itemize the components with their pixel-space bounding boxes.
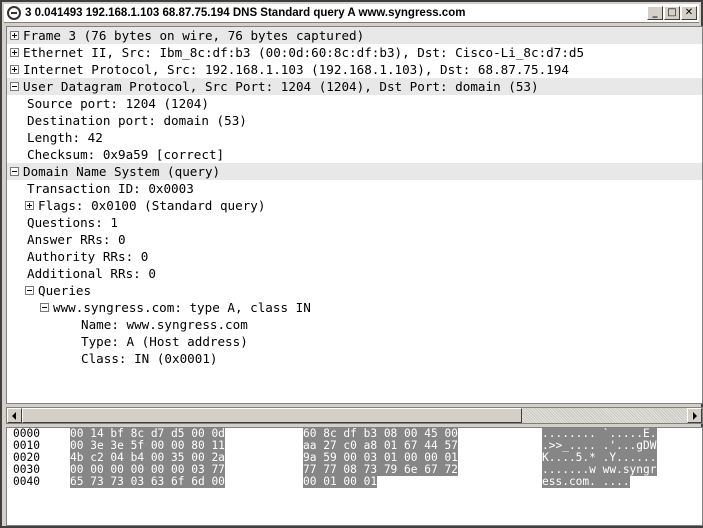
arrow-right-icon: [693, 412, 697, 420]
packet-detail-window: 3 0.041493 192.168.1.103 68.87.75.194 DN…: [0, 0, 703, 528]
tree-row-label: Ethernet II, Src: Ibm_8c:df:b3 (00:0d:60…: [23, 45, 585, 60]
tree-row[interactable]: Flags: 0x0100 (Standard query): [7, 197, 702, 214]
scroll-track[interactable]: [522, 408, 687, 423]
title-bar[interactable]: 3 0.041493 192.168.1.103 68.87.75.194 DN…: [4, 4, 699, 23]
tree-row[interactable]: Queries: [7, 282, 702, 299]
tree-row-label: Checksum: 0x9a59 [correct]: [27, 147, 225, 162]
tree-row[interactable]: Additional RRs: 0: [7, 265, 702, 282]
arrow-left-icon: [12, 412, 16, 420]
hex-ascii: ess.com. ....: [542, 475, 630, 488]
expand-plus-icon[interactable]: [10, 31, 19, 40]
tree-row[interactable]: Checksum: 0x9a59 [correct]: [7, 146, 702, 163]
tree-row[interactable]: Frame 3 (76 bytes on wire, 76 bytes capt…: [7, 27, 702, 44]
tree-row-label: Domain Name System (query): [23, 164, 221, 179]
tree-row-label: Transaction ID: 0x0003: [27, 181, 194, 196]
tree-row-label: User Datagram Protocol, Src Port: 1204 (…: [23, 79, 539, 94]
tree-row[interactable]: Domain Name System (query): [7, 163, 702, 180]
tree-row[interactable]: Answer RRs: 0: [7, 231, 702, 248]
minimize-button[interactable]: _: [647, 6, 663, 20]
tree-row-label: Authority RRs: 0: [27, 249, 149, 264]
tree-row-label: Frame 3 (76 bytes on wire, 76 bytes capt…: [23, 28, 365, 43]
tree-row-label: Answer RRs: 0: [27, 232, 126, 247]
collapse-minus-icon[interactable]: [10, 167, 19, 176]
horizontal-scrollbar[interactable]: [6, 407, 703, 424]
window-title: 3 0.041493 192.168.1.103 68.87.75.194 DN…: [25, 7, 466, 19]
collapse-minus-icon[interactable]: [25, 286, 34, 295]
expand-plus-icon[interactable]: [25, 201, 34, 210]
tree-row-label: Internet Protocol, Src: 192.168.1.103 (1…: [23, 62, 569, 77]
tree-row-label: Queries: [38, 283, 92, 298]
expand-plus-icon[interactable]: [10, 65, 19, 74]
tree-row[interactable]: Class: IN (0x0001): [7, 350, 702, 367]
tree-row-label: Source port: 1204 (1204): [27, 96, 209, 111]
tree-row[interactable]: Questions: 1: [7, 214, 702, 231]
tree-row[interactable]: Internet Protocol, Src: 192.168.1.103 (1…: [7, 61, 702, 78]
tree-row[interactable]: Source port: 1204 (1204): [7, 95, 702, 112]
tree-row[interactable]: Authority RRs: 0: [7, 248, 702, 265]
hex-offset: 0040: [13, 475, 40, 488]
tree-row-label: Type: A (Host address): [81, 334, 248, 349]
tree-row-label: Class: IN (0x0001): [81, 351, 218, 366]
tree-row[interactable]: Ethernet II, Src: Ibm_8c:df:b3 (00:0d:60…: [7, 44, 702, 61]
hex-bytes-group-1: 65 73 73 03 63 6f 6d 00: [70, 475, 225, 488]
tree-row-label: www.syngress.com: type A, class IN: [53, 300, 311, 315]
collapse-minus-icon[interactable]: [40, 303, 49, 312]
packet-bytes-pane[interactable]: 0000 00 14 bf 8c d7 d5 00 0d 60 8c df b3 0…: [6, 427, 703, 526]
tree-row[interactable]: Length: 42: [7, 129, 702, 146]
maximize-button[interactable]: □: [664, 6, 680, 20]
scroll-left-button[interactable]: [7, 408, 22, 423]
wireshark-app-icon: [7, 6, 21, 20]
collapse-minus-icon[interactable]: [10, 82, 19, 91]
tree-row[interactable]: User Datagram Protocol, Src Port: 1204 (…: [7, 78, 702, 95]
scroll-right-button[interactable]: [687, 408, 702, 423]
close-button[interactable]: ✕: [681, 6, 697, 20]
tree-row[interactable]: Transaction ID: 0x0003: [7, 180, 702, 197]
tree-row-label: Questions: 1: [27, 215, 118, 230]
tree-row-label: Flags: 0x0100 (Standard query): [38, 198, 266, 213]
packet-details-tree[interactable]: Frame 3 (76 bytes on wire, 76 bytes capt…: [6, 26, 703, 404]
tree-row[interactable]: Name: www.syngress.com: [7, 316, 702, 333]
window-controls: _ □ ✕: [647, 6, 697, 20]
expand-plus-icon[interactable]: [10, 48, 19, 57]
tree-row[interactable]: Type: A (Host address): [7, 333, 702, 350]
hex-row[interactable]: 0040 65 73 73 03 63 6f 6d 00 00 01 00 01 es…: [7, 476, 702, 488]
scroll-thumb[interactable]: [22, 408, 522, 423]
hex-bytes-group-2: 00 01 00 01: [303, 475, 378, 488]
tree-row[interactable]: www.syngress.com: type A, class IN: [7, 299, 702, 316]
tree-row-label: Destination port: domain (53): [27, 113, 247, 128]
tree-row-label: Length: 42: [27, 130, 103, 145]
tree-row[interactable]: Destination port: domain (53): [7, 112, 702, 129]
tree-row-label: Additional RRs: 0: [27, 266, 156, 281]
tree-row-label: Name: www.syngress.com: [81, 317, 248, 332]
